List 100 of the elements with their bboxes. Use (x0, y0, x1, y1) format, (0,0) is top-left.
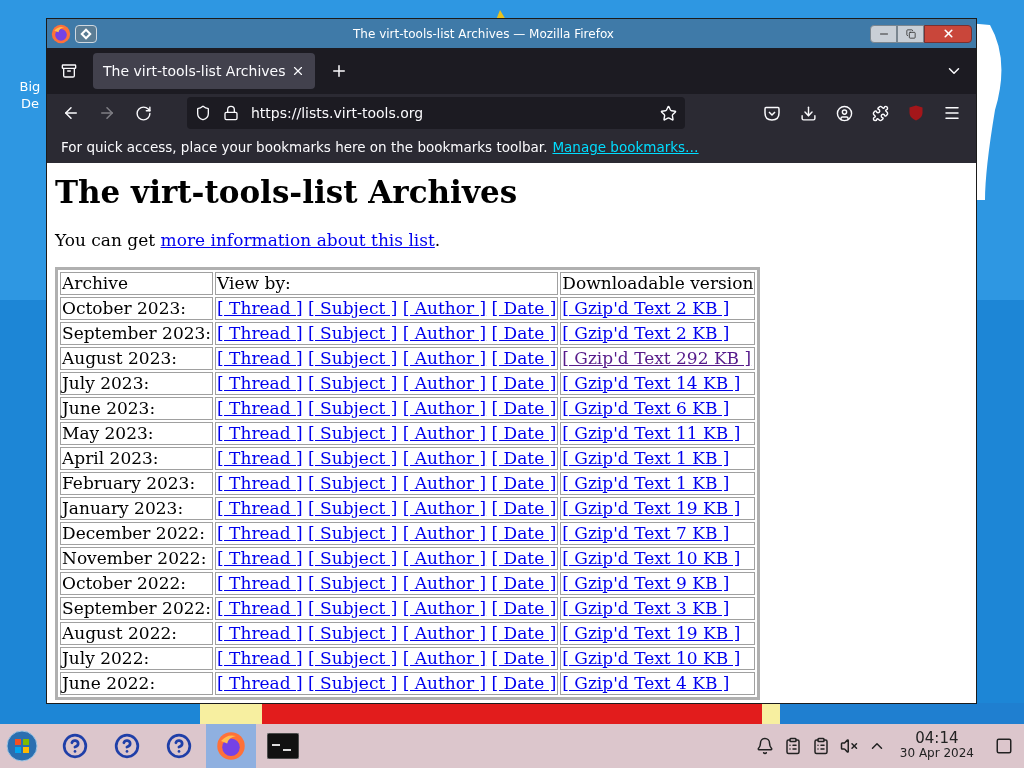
browser-tab[interactable]: The virt-tools-list Archives (93, 53, 315, 89)
archive-link[interactable]: [ Subject ] (308, 548, 398, 568)
archive-link[interactable]: [ Subject ] (308, 523, 398, 543)
download-link[interactable]: [ Gzip'd Text 2 KB ] (562, 323, 730, 343)
archive-link[interactable]: [ Subject ] (308, 623, 398, 643)
bookmarks-hint: For quick access, place your bookmarks here on the bookmarks toolbar. (61, 138, 548, 158)
archive-link[interactable]: [ Thread ] (217, 573, 303, 593)
notes-icon (811, 737, 830, 755)
archive-link[interactable]: [ Date ] (491, 398, 557, 418)
archive-link[interactable]: [ Thread ] (217, 323, 303, 343)
archive-link[interactable]: [ Subject ] (308, 573, 398, 593)
archive-link[interactable]: [ Subject ] (308, 348, 398, 368)
archive-link[interactable]: [ Thread ] (217, 448, 303, 468)
archive-link[interactable]: [ Author ] (402, 473, 487, 493)
download-link[interactable]: [ Gzip'd Text 1 KB ] (562, 473, 730, 493)
download-link[interactable]: [ Gzip'd Text 11 KB ] (562, 423, 741, 443)
archive-link[interactable]: [ Date ] (491, 423, 557, 443)
archive-link[interactable]: [ Thread ] (217, 498, 303, 518)
table-cell: September 2022: (60, 597, 214, 620)
address-bar[interactable]: https://lists.virt-tools.org (187, 97, 685, 129)
archive-link[interactable]: [ Author ] (402, 673, 487, 693)
desktop-icon-label: Big (19, 78, 41, 95)
download-link[interactable]: [ Gzip'd Text 19 KB ] (562, 623, 741, 643)
archive-link[interactable]: [ Date ] (491, 498, 557, 518)
archive-link[interactable]: [ Date ] (491, 648, 557, 668)
archive-link[interactable]: [ Date ] (491, 473, 557, 493)
archive-link[interactable]: [ Subject ] (308, 423, 398, 443)
download-link[interactable]: [ Gzip'd Text 10 KB ] (562, 548, 741, 568)
archive-link[interactable]: [ Date ] (491, 448, 557, 468)
download-link[interactable]: [ Gzip'd Text 292 KB ] (562, 348, 752, 368)
pin-icon[interactable] (75, 24, 97, 43)
download-link[interactable]: [ Gzip'd Text 10 KB ] (562, 648, 741, 668)
archive-link[interactable]: [ Author ] (402, 523, 487, 543)
archive-link[interactable]: [ Subject ] (308, 398, 398, 418)
archive-link[interactable]: [ Subject ] (308, 598, 398, 618)
archive-link[interactable]: [ Author ] (402, 448, 487, 468)
archive-link[interactable]: [ Date ] (491, 523, 557, 543)
archive-link[interactable]: [ Author ] (402, 398, 487, 418)
archive-link[interactable]: [ Subject ] (308, 448, 398, 468)
download-link[interactable]: [ Gzip'd Text 7 KB ] (562, 523, 730, 543)
close-button[interactable] (924, 24, 972, 43)
header-cell: Downloadable version (560, 272, 756, 295)
manage-bookmarks-link[interactable]: Manage bookmarks… (552, 137, 699, 158)
archive-link[interactable]: [ Date ] (491, 598, 557, 618)
download-link[interactable]: [ Gzip'd Text 9 KB ] (562, 573, 730, 593)
download-link[interactable]: [ Gzip'd Text 19 KB ] (562, 498, 741, 518)
download-link[interactable]: [ Gzip'd Text 4 KB ] (562, 673, 730, 693)
archive-link[interactable]: [ Author ] (402, 298, 487, 318)
close-tab-icon (291, 64, 305, 78)
archive-link[interactable]: [ Thread ] (217, 348, 303, 368)
archive-link[interactable]: [ Thread ] (217, 373, 303, 393)
archive-link[interactable]: [ Author ] (402, 623, 487, 643)
archive-link[interactable]: [ Thread ] (217, 298, 303, 318)
clock-date: 30 Apr 2024 (899, 746, 974, 761)
archive-link[interactable]: [ Date ] (491, 348, 557, 368)
archive-link[interactable]: [ Author ] (402, 548, 487, 568)
archive-link[interactable]: [ Author ] (402, 423, 487, 443)
table-cell: May 2023: (60, 422, 214, 445)
more-information-link[interactable]: more information about this list (160, 230, 435, 250)
clock[interactable]: 04:14 30 Apr 2024 (899, 731, 974, 761)
download-link[interactable]: [ Gzip'd Text 1 KB ] (562, 448, 730, 468)
archive-link[interactable]: [ Thread ] (217, 523, 303, 543)
archive-link[interactable]: [ Subject ] (308, 473, 398, 493)
archive-link[interactable]: [ Subject ] (308, 323, 398, 343)
archive-link[interactable]: [ Author ] (402, 348, 487, 368)
archive-link[interactable]: [ Subject ] (308, 298, 398, 318)
archive-link[interactable]: [ Thread ] (217, 473, 303, 493)
archive-link[interactable]: [ Subject ] (308, 498, 398, 518)
archive-link[interactable]: [ Thread ] (217, 623, 303, 643)
minimize-button[interactable] (870, 24, 897, 43)
download-link[interactable]: [ Gzip'd Text 14 KB ] (562, 373, 741, 393)
archive-link[interactable]: [ Author ] (402, 323, 487, 343)
archive-link[interactable]: [ Date ] (491, 573, 557, 593)
archive-link[interactable]: [ Thread ] (217, 648, 303, 668)
archive-link[interactable]: [ Thread ] (217, 598, 303, 618)
archive-link[interactable]: [ Date ] (491, 548, 557, 568)
archive-link[interactable]: [ Author ] (402, 573, 487, 593)
download-link[interactable]: [ Gzip'd Text 3 KB ] (562, 598, 730, 618)
archive-link[interactable]: [ Subject ] (308, 648, 398, 668)
archive-link[interactable]: [ Date ] (491, 373, 557, 393)
archive-link[interactable]: [ Author ] (402, 598, 487, 618)
archive-link[interactable]: [ Date ] (491, 673, 557, 693)
archive-link[interactable]: [ Date ] (491, 323, 557, 343)
firefox-logo-icon (216, 731, 246, 761)
archive-link[interactable]: [ Author ] (402, 498, 487, 518)
archive-link[interactable]: [ Thread ] (217, 673, 303, 693)
archive-link[interactable]: [ Author ] (402, 373, 487, 393)
download-link[interactable]: [ Gzip'd Text 6 KB ] (562, 398, 730, 418)
archive-link[interactable]: [ Date ] (491, 298, 557, 318)
download-link[interactable]: [ Gzip'd Text 2 KB ] (562, 298, 730, 318)
table-cell: November 2022: (60, 547, 214, 570)
table-cell: April 2023: (60, 447, 214, 470)
archive-link[interactable]: [ Subject ] (308, 373, 398, 393)
archive-link[interactable]: [ Thread ] (217, 548, 303, 568)
archive-link[interactable]: [ Author ] (402, 648, 487, 668)
maximize-button[interactable] (897, 24, 924, 43)
archive-link[interactable]: [ Thread ] (217, 398, 303, 418)
archive-link[interactable]: [ Thread ] (217, 423, 303, 443)
archive-link[interactable]: [ Date ] (491, 623, 557, 643)
archive-link[interactable]: [ Subject ] (308, 673, 398, 693)
